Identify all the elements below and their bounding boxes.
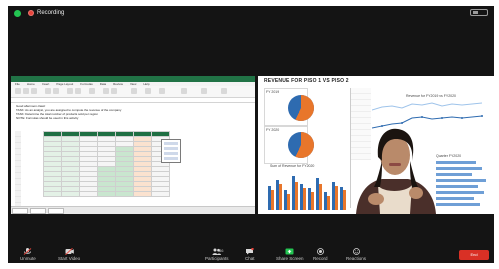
unmute-button[interactable]: Unmute <box>20 248 36 261</box>
dashboard-title: REVENUE FOR PISO 1 VS PISO 2 <box>264 78 349 84</box>
task-note: NOTE: Formulas should be used in this ac… <box>16 116 79 120</box>
pie2-label: FY 2020 <box>266 128 280 132</box>
video-off-icon <box>64 248 74 255</box>
start-video-label: Start Video <box>58 256 81 261</box>
share-screen-icon <box>285 248 294 255</box>
share-screen-label: Share Screen <box>276 256 304 261</box>
chat-label: Chat <box>245 256 255 261</box>
unmute-label: Unmute <box>20 256 36 261</box>
excel-task-notes: Good afternoon class! TASK: As an analys… <box>16 104 121 120</box>
end-button[interactable]: End <box>459 250 489 260</box>
recording-label: Recording <box>37 10 65 16</box>
top-bar: Recording <box>8 6 494 20</box>
zoom-meeting-window: Recording File Home Insert Page Layout F… <box>8 6 494 263</box>
excel-sheet-tabs <box>11 206 255 214</box>
reactions-button[interactable]: Reactions <box>346 248 366 261</box>
shared-excel-window: File Home Insert Page Layout Formulas Da… <box>11 76 255 214</box>
excel-data-table[interactable] <box>43 131 170 197</box>
pie-chart-2 <box>288 132 314 158</box>
reactions-label: Reactions <box>346 256 367 261</box>
start-video-button[interactable]: Start Video <box>58 248 80 261</box>
sheet-tab[interactable] <box>48 208 64 214</box>
chat-button[interactable]: Chat <box>245 248 255 261</box>
bar-chart <box>268 176 346 210</box>
sheet-tab[interactable] <box>12 208 28 214</box>
sheet-tab[interactable] <box>30 208 46 214</box>
share-screen-button[interactable]: Share Screen <box>276 248 304 261</box>
pie1-label: FY 2019 <box>266 90 280 94</box>
chat-icon <box>246 248 254 255</box>
horizontal-bar-chart <box>436 161 486 206</box>
microphone-muted-icon <box>24 248 32 255</box>
participants-count: 86 <box>219 248 224 253</box>
participants-label: Participants <box>205 256 229 261</box>
shield-icon[interactable] <box>14 9 21 17</box>
excel-ribbon <box>11 86 255 98</box>
presenter-video <box>356 128 436 214</box>
view-icon[interactable] <box>470 9 488 16</box>
reactions-icon <box>352 248 360 255</box>
record-button-icon <box>316 248 324 255</box>
pie-chart-1 <box>288 95 314 121</box>
meeting-toolbar: Unmute Start Video Participants 86 Chat <box>8 247 494 263</box>
excel-formula-bar[interactable] <box>11 98 255 103</box>
record-icon <box>28 10 34 16</box>
excel-row-headers <box>15 131 21 214</box>
participants-button[interactable]: Participants <box>205 248 229 261</box>
record-label: Record <box>313 256 328 261</box>
excel-filter-dropdown[interactable] <box>161 139 181 163</box>
record-button[interactable]: Record <box>313 248 328 261</box>
